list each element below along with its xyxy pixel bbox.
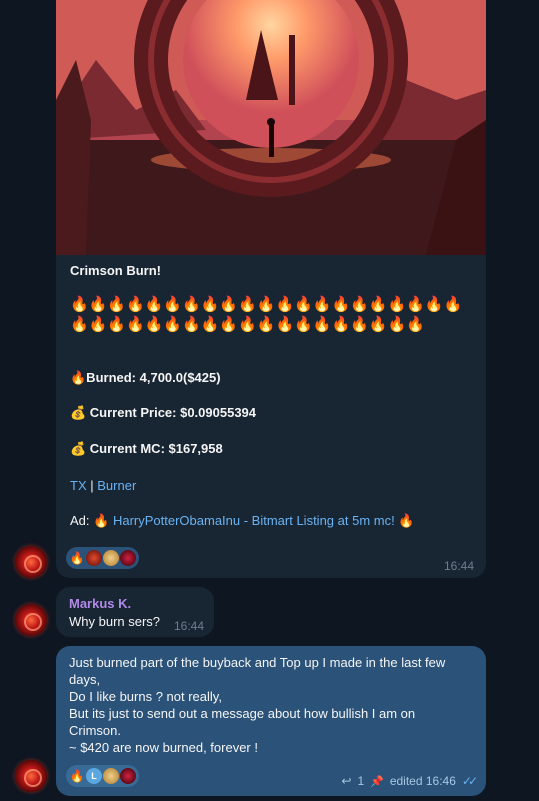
- reactions-bar[interactable]: 🔥 L: [66, 765, 139, 787]
- message-bubble-crimson-burn[interactable]: Crimson Burn! 🔥🔥🔥🔥🔥🔥🔥🔥🔥🔥🔥🔥🔥🔥🔥🔥🔥🔥🔥🔥🔥🔥🔥🔥🔥🔥…: [56, 0, 486, 578]
- reactor-avatar: [103, 768, 119, 784]
- message-line: Just burned part of the buyback and Top …: [69, 655, 446, 670]
- message-image[interactable]: [56, 0, 486, 255]
- message-meta: ↩ 1 📌 edited 16:46 ✓✓: [341, 774, 478, 788]
- reactor-avatar: [120, 768, 136, 784]
- sender-avatar[interactable]: [15, 604, 47, 636]
- message-line: Do I like burns ? not really,: [69, 689, 222, 704]
- sender-avatar[interactable]: [15, 546, 47, 578]
- edited-time: edited 16:46: [389, 774, 456, 788]
- reactions-bar[interactable]: 🔥: [66, 547, 139, 569]
- message-bubble-markus[interactable]: Markus K. Why burn sers? 16:44: [56, 587, 214, 637]
- reply-count[interactable]: 1: [357, 774, 364, 788]
- burner-link[interactable]: Burner: [97, 478, 136, 493]
- message-line: days,: [69, 672, 101, 687]
- ad-link[interactable]: HarryPotterObamaInu - Bitmart Listing at…: [113, 513, 395, 528]
- fire-reaction-icon: 🔥: [69, 769, 85, 783]
- fire-icon: 🔥: [93, 513, 110, 528]
- message-time: 16:44: [174, 619, 205, 633]
- pin-icon: 📌: [370, 775, 384, 788]
- ad-label: Ad:: [70, 513, 90, 528]
- reply-icon[interactable]: ↩: [341, 774, 351, 788]
- message-text: Why burn sers?: [69, 614, 161, 629]
- read-check-icon: ✓✓: [461, 774, 478, 788]
- current-price: 💰 Current Price: $0.09055394: [70, 405, 257, 420]
- sender-avatar[interactable]: [15, 760, 47, 792]
- sender-name[interactable]: Markus K.: [69, 595, 131, 612]
- fire-emoji-row: 🔥🔥🔥🔥🔥🔥🔥🔥🔥🔥🔥🔥🔥🔥🔥🔥🔥🔥🔥🔥🔥🔥🔥🔥🔥🔥🔥🔥🔥🔥🔥🔥🔥🔥🔥🔥🔥🔥🔥🔥: [70, 296, 463, 333]
- link-separator: |: [90, 478, 94, 493]
- burned-amount: 🔥Burned: 4,700.0($425): [70, 370, 221, 385]
- reactor-avatar: [103, 550, 119, 566]
- ad-row: Ad: 🔥 HarryPotterObamaInu - Bitmart List…: [70, 512, 415, 529]
- reactor-avatar: L: [86, 768, 102, 784]
- reactor-avatar: [86, 550, 102, 566]
- fire-icon: 🔥: [398, 513, 415, 528]
- message-line: But its just to send out a message about…: [69, 706, 416, 721]
- portal-artwork: [56, 0, 486, 255]
- message-bubble-own[interactable]: Just burned part of the buyback and Top …: [56, 646, 486, 796]
- message-title: Crimson Burn!: [70, 263, 161, 278]
- message-line: Crimson.: [69, 723, 122, 738]
- reactor-avatar: [120, 550, 136, 566]
- message-line: ~ $420 are now burned, forever !: [69, 740, 258, 755]
- fire-reaction-icon: 🔥: [69, 551, 85, 565]
- tx-link[interactable]: TX: [70, 478, 87, 493]
- links-row: TX | Burner: [70, 477, 136, 494]
- current-mc: 💰 Current MC: $167,958: [70, 441, 223, 456]
- message-time: 16:44: [443, 559, 474, 573]
